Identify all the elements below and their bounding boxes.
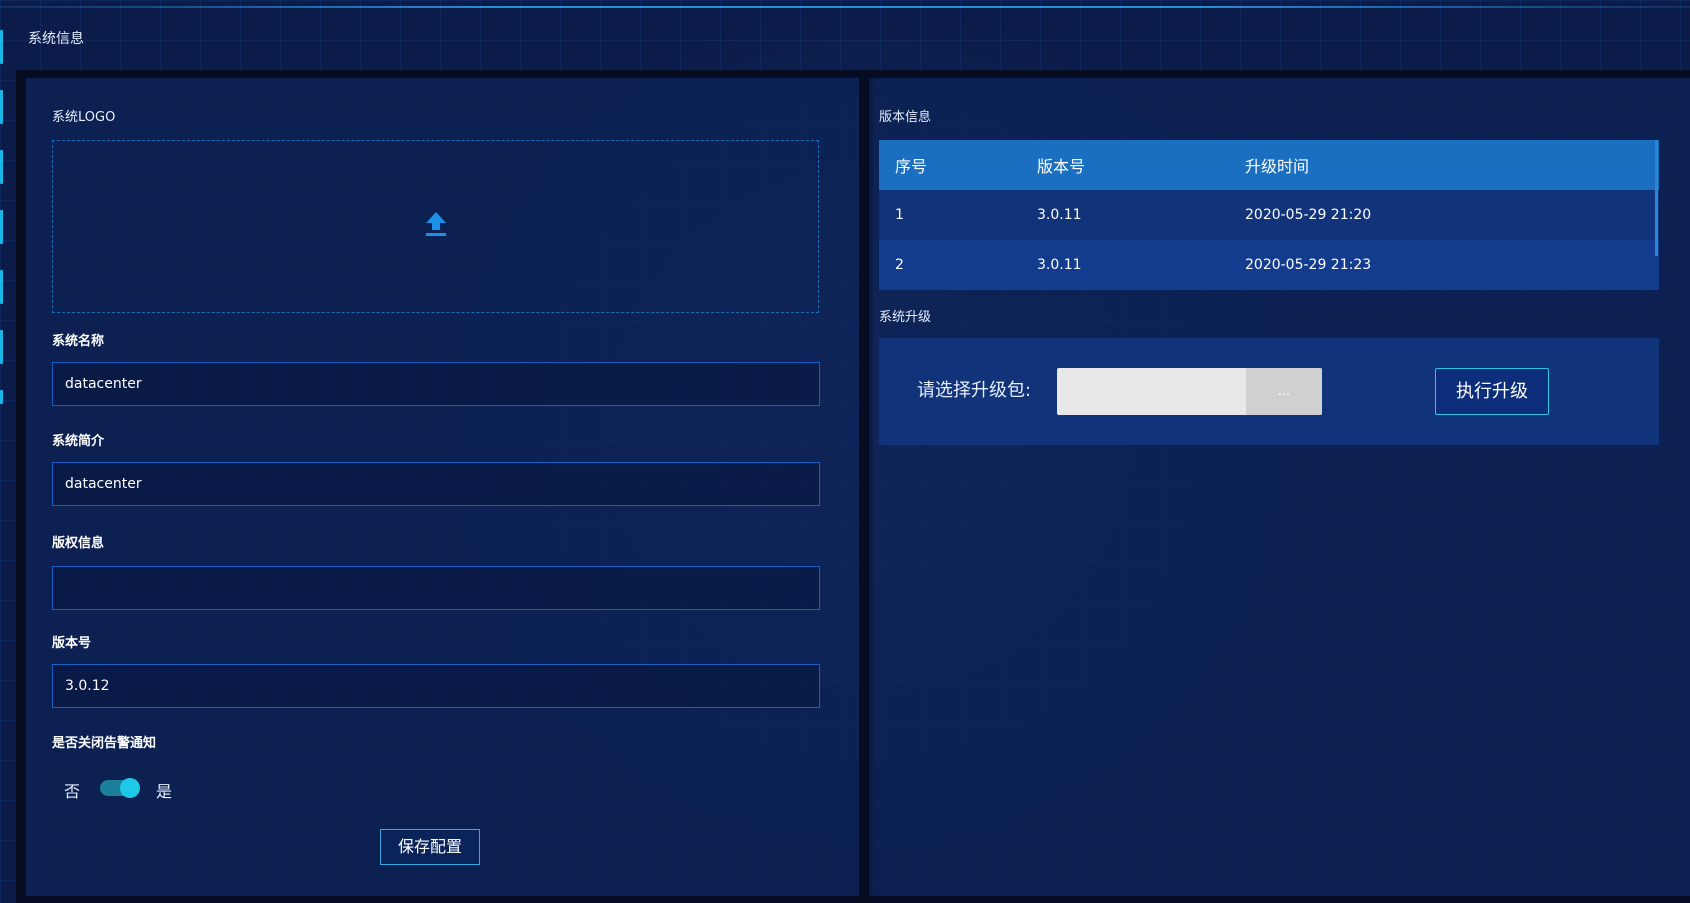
page: 系统信息 系统LOGO 系统名称 datacenter 系统简介 datacen…: [0, 0, 1690, 903]
select-package-label: 请选择升级包:: [917, 380, 1032, 401]
system-intro-input[interactable]: datacenter: [52, 462, 820, 506]
rail-item[interactable]: [0, 390, 3, 404]
top-accent-line: [0, 6, 1690, 8]
page-title: 系统信息: [28, 31, 84, 47]
table-cell: 2020-05-29 21:20: [1245, 207, 1372, 223]
version-label: 版本号: [52, 636, 92, 651]
copyright-label: 版权信息: [52, 536, 105, 551]
table-header: 序号 版本号 升级时间: [879, 140, 1659, 190]
version-table: 序号 版本号 升级时间 1 3.0.11 2020-05-29 21:20 2 …: [879, 140, 1659, 290]
rail-item[interactable]: [0, 90, 3, 124]
upgrade-box: 请选择升级包: ... 执行升级: [879, 338, 1659, 445]
table-cell: 3.0.11: [1037, 257, 1082, 273]
rail-item[interactable]: [0, 330, 3, 364]
rail-item[interactable]: [0, 210, 3, 244]
table-cell: 1: [895, 207, 904, 223]
bottom-divider: [16, 896, 1690, 903]
system-name-input[interactable]: datacenter: [52, 362, 820, 406]
table-cell: 3.0.11: [1037, 207, 1082, 223]
toggle-knob: [120, 778, 140, 798]
execute-upgrade-button[interactable]: 执行升级: [1435, 368, 1549, 415]
column-header: 序号: [895, 157, 928, 176]
column-header: 升级时间: [1245, 157, 1310, 176]
alarm-notice-label: 是否关闭告警通知: [52, 736, 157, 751]
system-intro-label: 系统简介: [52, 434, 105, 449]
version-input[interactable]: 3.0.12: [52, 664, 820, 708]
table-cell: 2020-05-29 21:23: [1245, 257, 1372, 273]
system-upgrade-label: 系统升级: [879, 310, 932, 325]
table-row: 1 3.0.11 2020-05-29 21:20: [879, 190, 1659, 240]
system-name-label: 系统名称: [52, 334, 105, 349]
column-header: 版本号: [1037, 157, 1086, 176]
left-rail: [0, 0, 16, 903]
save-config-button[interactable]: 保存配置: [380, 829, 480, 865]
copyright-input[interactable]: [52, 566, 820, 610]
toggle-off-label: 否: [64, 782, 81, 801]
header-divider: [16, 70, 1690, 78]
toggle-on-label: 是: [156, 782, 173, 801]
rail-item[interactable]: [0, 30, 3, 64]
browse-button[interactable]: ...: [1246, 368, 1322, 415]
table-cell: 2: [895, 257, 904, 273]
rail-item[interactable]: [0, 150, 3, 184]
logo-upload-area[interactable]: [52, 140, 819, 313]
rail-item[interactable]: [0, 270, 3, 304]
alarm-toggle[interactable]: [100, 778, 140, 798]
table-row: 2 3.0.11 2020-05-29 21:23: [879, 240, 1659, 290]
logo-label: 系统LOGO: [52, 110, 116, 125]
table-scrollbar[interactable]: [1655, 140, 1658, 256]
version-info-label: 版本信息: [879, 110, 932, 125]
upload-icon: [426, 212, 446, 236]
package-file-input[interactable]: ...: [1057, 368, 1322, 415]
